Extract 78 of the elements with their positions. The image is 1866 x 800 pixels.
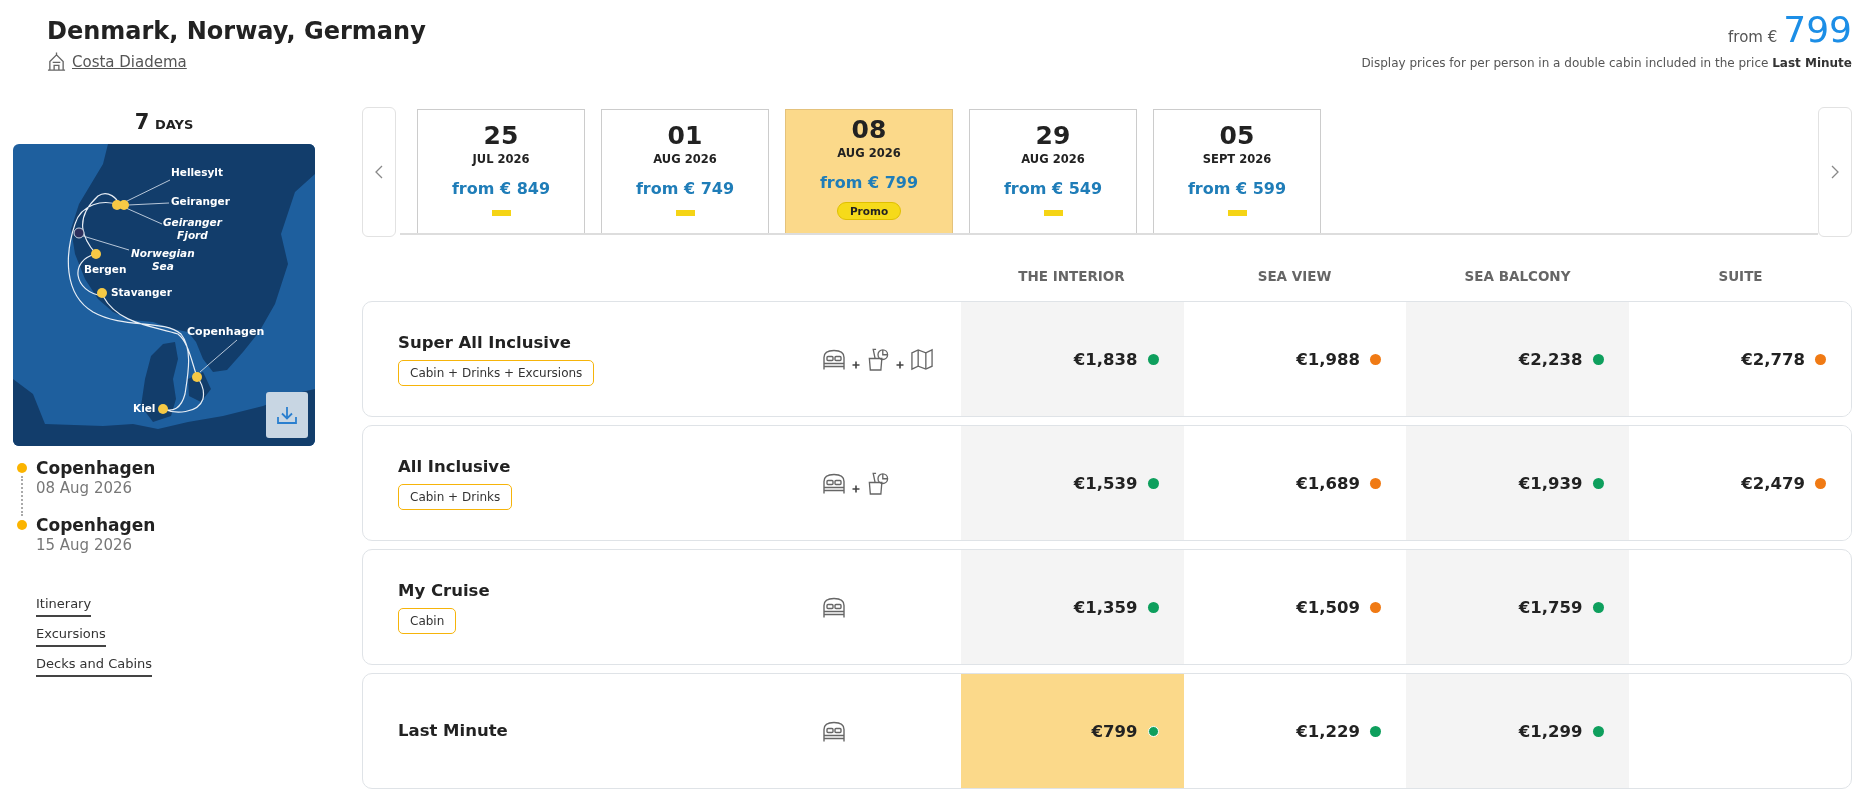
leader-line [199, 339, 238, 373]
price-cell[interactable]: €1,939 [1406, 426, 1629, 540]
trip-duration: 7 DAYS [133, 109, 195, 136]
price-prefix: from € [1728, 28, 1778, 46]
map-label: Geiranger [171, 195, 230, 208]
price-cell[interactable]: €799 [961, 674, 1184, 788]
promo-badge: Promo [836, 202, 902, 220]
next-button[interactable] [1818, 107, 1852, 237]
plus-icon [852, 360, 860, 369]
fare-tag: Cabin [398, 608, 457, 634]
column-header: SEA BALCONY [1464, 267, 1571, 284]
ship-link[interactable]: Costa Diadema [47, 52, 187, 71]
date-tab[interactable]: 05 SEPT 2026 from € 599 [1153, 109, 1321, 233]
price-note: Display prices for per person in a double cabin included in the price Last Minute [1361, 56, 1852, 70]
bed-icon [822, 719, 846, 743]
map-label: Kiel [133, 402, 156, 415]
drink-icon [866, 471, 890, 495]
price-cell[interactable]: €2,238 [1406, 302, 1629, 416]
price-cell[interactable]: €1,539 [961, 426, 1184, 540]
date-tab[interactable]: 29 AUG 2026 from € 549 [969, 109, 1137, 233]
fare-tag: Cabin + Drinks + Excursions [398, 360, 595, 386]
cruise-title: Denmark, Norway, Germany [47, 16, 426, 46]
lowest-price: 799 [1783, 10, 1852, 50]
chevron-left-icon [375, 165, 383, 179]
drink-icon [866, 347, 890, 371]
map-label: Geiranger Fjord [163, 216, 222, 242]
plus-icon [852, 484, 860, 493]
timeline-line [21, 476, 23, 516]
price-cell[interactable]: €1,359 [961, 550, 1184, 664]
fare-name: Super All Inclusive [398, 332, 572, 354]
dash-icon [1227, 210, 1247, 216]
date-tab[interactable]: 01 AUG 2026 from € 749 [601, 109, 769, 233]
stop-dot-icon [17, 520, 27, 530]
waypoint-icon [73, 227, 85, 239]
column-header: THE INTERIOR [1018, 267, 1125, 284]
plus-icon [896, 360, 904, 369]
chevron-right-icon [1831, 165, 1839, 179]
stop-city: Copenhagen [36, 458, 157, 478]
map-label: Norwegian Sea [131, 247, 195, 273]
map-label: Hellesylt [171, 166, 223, 179]
stop-date: 15 Aug 2026 [36, 535, 134, 555]
section-link[interactable]: Decks and Cabins [36, 655, 153, 677]
price-cell[interactable]: €1,759 [1406, 550, 1629, 664]
column-header: SUITE [1718, 267, 1763, 284]
price-cell[interactable]: €1,838 [961, 302, 1184, 416]
download-button[interactable] [266, 392, 308, 438]
port-pin-icon [97, 288, 107, 298]
fare-tag: Cabin + Drinks [398, 484, 513, 510]
bed-icon [822, 347, 846, 371]
map-label: Copenhagen [187, 325, 265, 338]
port-pin-icon [192, 372, 202, 382]
section-link[interactable]: Excursions [36, 625, 106, 647]
fare-name: My Cruise [398, 580, 491, 602]
dash-icon [1043, 210, 1063, 216]
download-icon [277, 406, 297, 424]
port-pin-icon [158, 404, 168, 414]
stop-city: Copenhagen [36, 515, 157, 535]
stop-dot-icon [17, 463, 27, 473]
date-tab[interactable]: 08 AUG 2026 from € 799 Promo [785, 109, 953, 233]
price-cell[interactable]: €1,299 [1406, 674, 1629, 788]
section-link[interactable]: Itinerary [36, 595, 92, 617]
fare-name: All Inclusive [398, 456, 512, 478]
column-header: SEA VIEW [1257, 267, 1332, 284]
bed-icon [822, 595, 846, 619]
house-icon [47, 52, 66, 71]
leader-line [82, 235, 130, 251]
port-pin-icon [119, 200, 129, 210]
map-label: Bergen [84, 263, 127, 276]
map-label: Stavanger [111, 286, 172, 299]
bed-icon [822, 471, 846, 495]
map-icon [910, 347, 934, 371]
dash-icon [491, 210, 511, 216]
previous-button[interactable] [362, 107, 396, 237]
date-tab[interactable]: 25 JUL 2026 from € 849 [417, 109, 585, 233]
dash-icon [675, 210, 695, 216]
fare-name: Last Minute [398, 720, 509, 742]
stop-date: 08 Aug 2026 [36, 478, 134, 498]
port-pin-icon [91, 249, 101, 259]
